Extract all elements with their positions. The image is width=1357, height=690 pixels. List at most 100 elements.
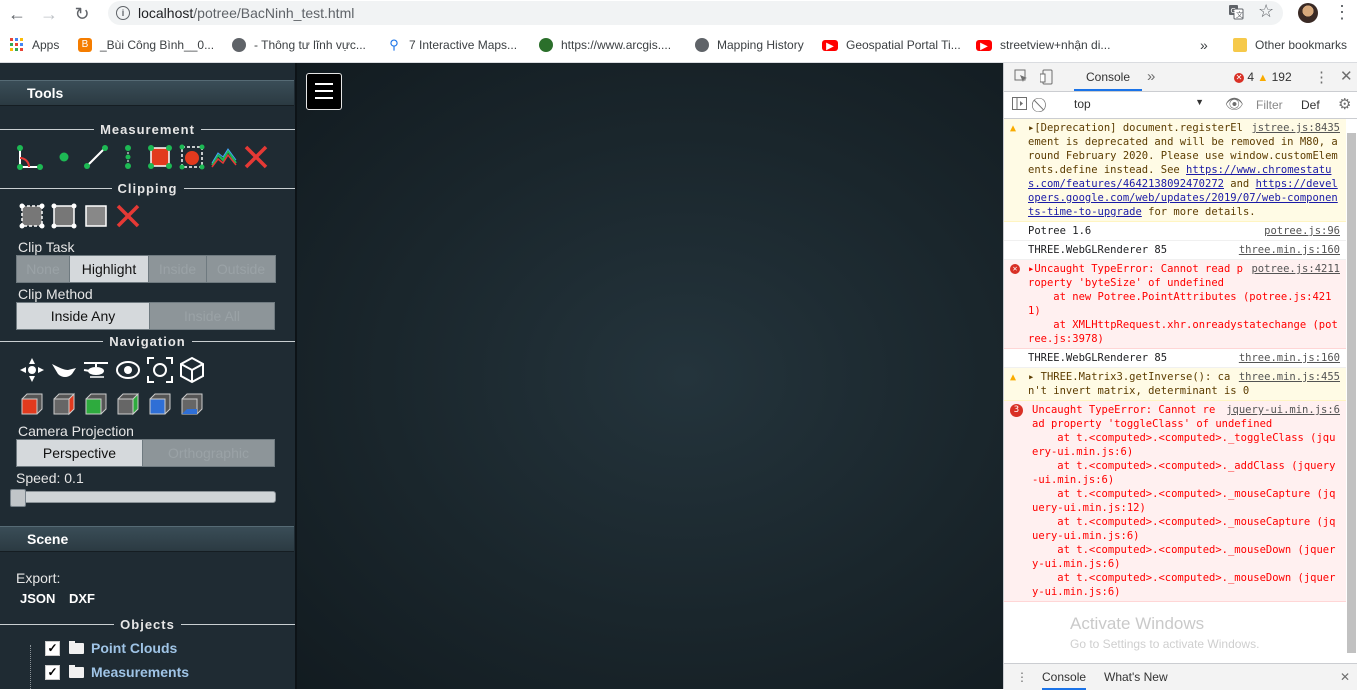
bookmark-item[interactable]: - Thông tư lĩnh vực...: [232, 36, 366, 54]
translate-icon[interactable]: G文: [1228, 4, 1244, 20]
bookmark-item[interactable]: ⚲ 7 Interactive Maps...: [387, 36, 517, 54]
orbit-control-icon[interactable]: [114, 356, 142, 384]
tools-header[interactable]: Tools: [0, 80, 294, 106]
clip-screen-icon[interactable]: [82, 202, 110, 230]
fly-control-icon[interactable]: [50, 356, 78, 384]
drawer-tab-console[interactable]: Console: [1042, 664, 1087, 690]
warning-icon: ▲: [1010, 123, 1017, 134]
bookmark-item[interactable]: ▶ streetview+nhận di...: [976, 36, 1110, 54]
top-view-icon[interactable]: [146, 390, 174, 418]
potree-render-area[interactable]: [297, 63, 1003, 689]
height-tool-icon[interactable]: [114, 143, 142, 171]
orthographic-option[interactable]: Orthographic: [143, 440, 274, 466]
address-bar[interactable]: i localhost/potree/BacNinh_test.html G文 …: [108, 1, 1283, 25]
measurements-checkbox[interactable]: ✓: [45, 664, 60, 680]
message-source-link[interactable]: jstree.js:8435: [1251, 121, 1340, 135]
close-drawer-icon[interactable]: ✕: [1340, 664, 1350, 690]
clip-method-inside-any[interactable]: Inside Any: [17, 303, 150, 329]
bookmark-item[interactable]: ▶ Geospatial Portal Ti...: [822, 36, 961, 54]
profile-avatar[interactable]: [1298, 3, 1318, 23]
console-message[interactable]: three.min.js:160 THREE.WebGLRenderer 85: [1004, 349, 1346, 368]
clip-task-highlight[interactable]: Highlight: [70, 256, 149, 282]
live-expression-eye-icon[interactable]: 👁: [1225, 95, 1244, 113]
bookmark-apps[interactable]: Apps: [10, 36, 59, 54]
message-source-link[interactable]: jquery-ui.min.js:6: [1226, 403, 1340, 417]
speed-slider-track[interactable]: [17, 491, 276, 503]
export-dxf-button[interactable]: DXF: [69, 591, 95, 606]
left-view-icon[interactable]: [18, 390, 46, 418]
issue-counts[interactable]: ✕ 4 ▲ 192: [1234, 70, 1292, 84]
remove-clipping-icon[interactable]: [114, 202, 142, 230]
settings-gear-icon[interactable]: ⚙: [1338, 95, 1351, 113]
volume-tool-icon[interactable]: [178, 143, 206, 171]
helicopter-control-icon[interactable]: [82, 356, 110, 384]
console-message[interactable]: potree.js:96 Potree 1.6: [1004, 222, 1346, 241]
back-view-icon[interactable]: [114, 390, 142, 418]
perspective-option[interactable]: Perspective: [17, 440, 143, 466]
console-filter-input[interactable]: Filter: [1256, 96, 1296, 114]
url-text[interactable]: localhost/potree/BacNinh_test.html: [138, 5, 354, 21]
clip-task-inside[interactable]: Inside: [149, 256, 207, 282]
clip-volume-icon[interactable]: [18, 202, 46, 230]
clip-task-none[interactable]: None: [17, 256, 70, 282]
point-clouds-checkbox[interactable]: ✓: [45, 640, 60, 656]
back-arrow-icon[interactable]: ←: [7, 4, 27, 24]
error-icon: ✕: [1010, 263, 1020, 277]
forward-arrow-icon[interactable]: →: [39, 4, 59, 24]
console-message[interactable]: 3 jquery-ui.min.js:6 Uncaught TypeError:…: [1004, 401, 1346, 602]
export-json-button[interactable]: JSON: [20, 591, 55, 606]
clip-polygon-icon[interactable]: [50, 202, 78, 230]
distance-tool-icon[interactable]: [82, 143, 110, 171]
bookmark-item[interactable]: https://www.arcgis....: [539, 36, 671, 54]
angle-tool-icon[interactable]: [16, 143, 44, 171]
earth-control-icon[interactable]: [18, 356, 46, 384]
console-message[interactable]: ▲ three.min.js:455 ▸ THREE.Matrix3.getIn…: [1004, 368, 1346, 401]
bookmark-item[interactable]: B _Bùi Công Bình__0...: [78, 36, 214, 54]
profile-tool-icon[interactable]: [210, 143, 238, 171]
right-view-icon[interactable]: [50, 390, 78, 418]
clip-method-label: Clip Method: [18, 286, 93, 302]
inspect-element-icon[interactable]: [1014, 69, 1028, 86]
scene-header[interactable]: Scene: [0, 526, 294, 552]
sidebar-toggle-icon[interactable]: [1012, 97, 1027, 113]
message-source-link[interactable]: potree.js:96: [1264, 224, 1340, 238]
message-source-link[interactable]: three.min.js:160: [1239, 243, 1340, 257]
area-tool-icon[interactable]: [146, 143, 174, 171]
console-message[interactable]: ✕ potree.js:4211 ▸Uncaught TypeError: Ca…: [1004, 260, 1346, 349]
focus-control-icon[interactable]: [146, 356, 174, 384]
front-view-icon[interactable]: [82, 390, 110, 418]
bottom-view-icon[interactable]: [178, 390, 206, 418]
close-devtools-icon[interactable]: ✕: [1340, 67, 1353, 85]
tree-item-point-clouds[interactable]: ✓ Point Clouds: [45, 638, 177, 658]
other-bookmarks[interactable]: Other bookmarks: [1233, 36, 1347, 54]
tree-item-measurements[interactable]: ✓ Measurements: [45, 662, 189, 682]
devtools-tab-console[interactable]: Console: [1074, 63, 1142, 91]
navigation-cube-icon[interactable]: [178, 356, 206, 384]
remove-measurements-icon[interactable]: [242, 143, 270, 171]
point-tool-icon[interactable]: [50, 143, 78, 171]
device-toolbar-icon[interactable]: [1039, 69, 1054, 88]
chrome-menu-icon[interactable]: ⋮: [1333, 2, 1351, 23]
warning-icon: ▲: [1010, 372, 1017, 383]
context-selector[interactable]: top ▼: [1074, 97, 1204, 113]
reload-icon[interactable]: ↻: [72, 4, 92, 24]
drawer-tab-whats-new[interactable]: What's New: [1104, 664, 1168, 690]
bookmark-star-icon[interactable]: ☆: [1258, 1, 1274, 22]
bookmark-item[interactable]: Mapping History: [695, 36, 804, 54]
log-levels-dropdown[interactable]: Def: [1301, 96, 1320, 114]
menu-toggle-icon[interactable]: [306, 73, 342, 110]
more-tabs-button[interactable]: »: [1147, 68, 1155, 85]
devtools-menu-icon[interactable]: ⋮: [1314, 68, 1329, 86]
message-source-link[interactable]: potree.js:4211: [1251, 262, 1340, 276]
clip-method-inside-all[interactable]: Inside All: [150, 303, 274, 329]
info-icon[interactable]: i: [116, 6, 130, 20]
console-message[interactable]: three.min.js:160 THREE.WebGLRenderer 85: [1004, 241, 1346, 260]
bookmarks-overflow-button[interactable]: »: [1200, 36, 1208, 54]
clip-task-outside[interactable]: Outside: [207, 256, 275, 282]
speed-slider-handle[interactable]: [10, 489, 26, 507]
console-message[interactable]: ▲ jstree.js:8435 ▸[Deprecation] document…: [1004, 119, 1346, 222]
drawer-menu-icon[interactable]: ⋮: [1016, 664, 1028, 690]
message-source-link[interactable]: three.min.js:455: [1239, 370, 1340, 384]
console-scrollbar[interactable]: [1347, 133, 1356, 653]
message-source-link[interactable]: three.min.js:160: [1239, 351, 1340, 365]
